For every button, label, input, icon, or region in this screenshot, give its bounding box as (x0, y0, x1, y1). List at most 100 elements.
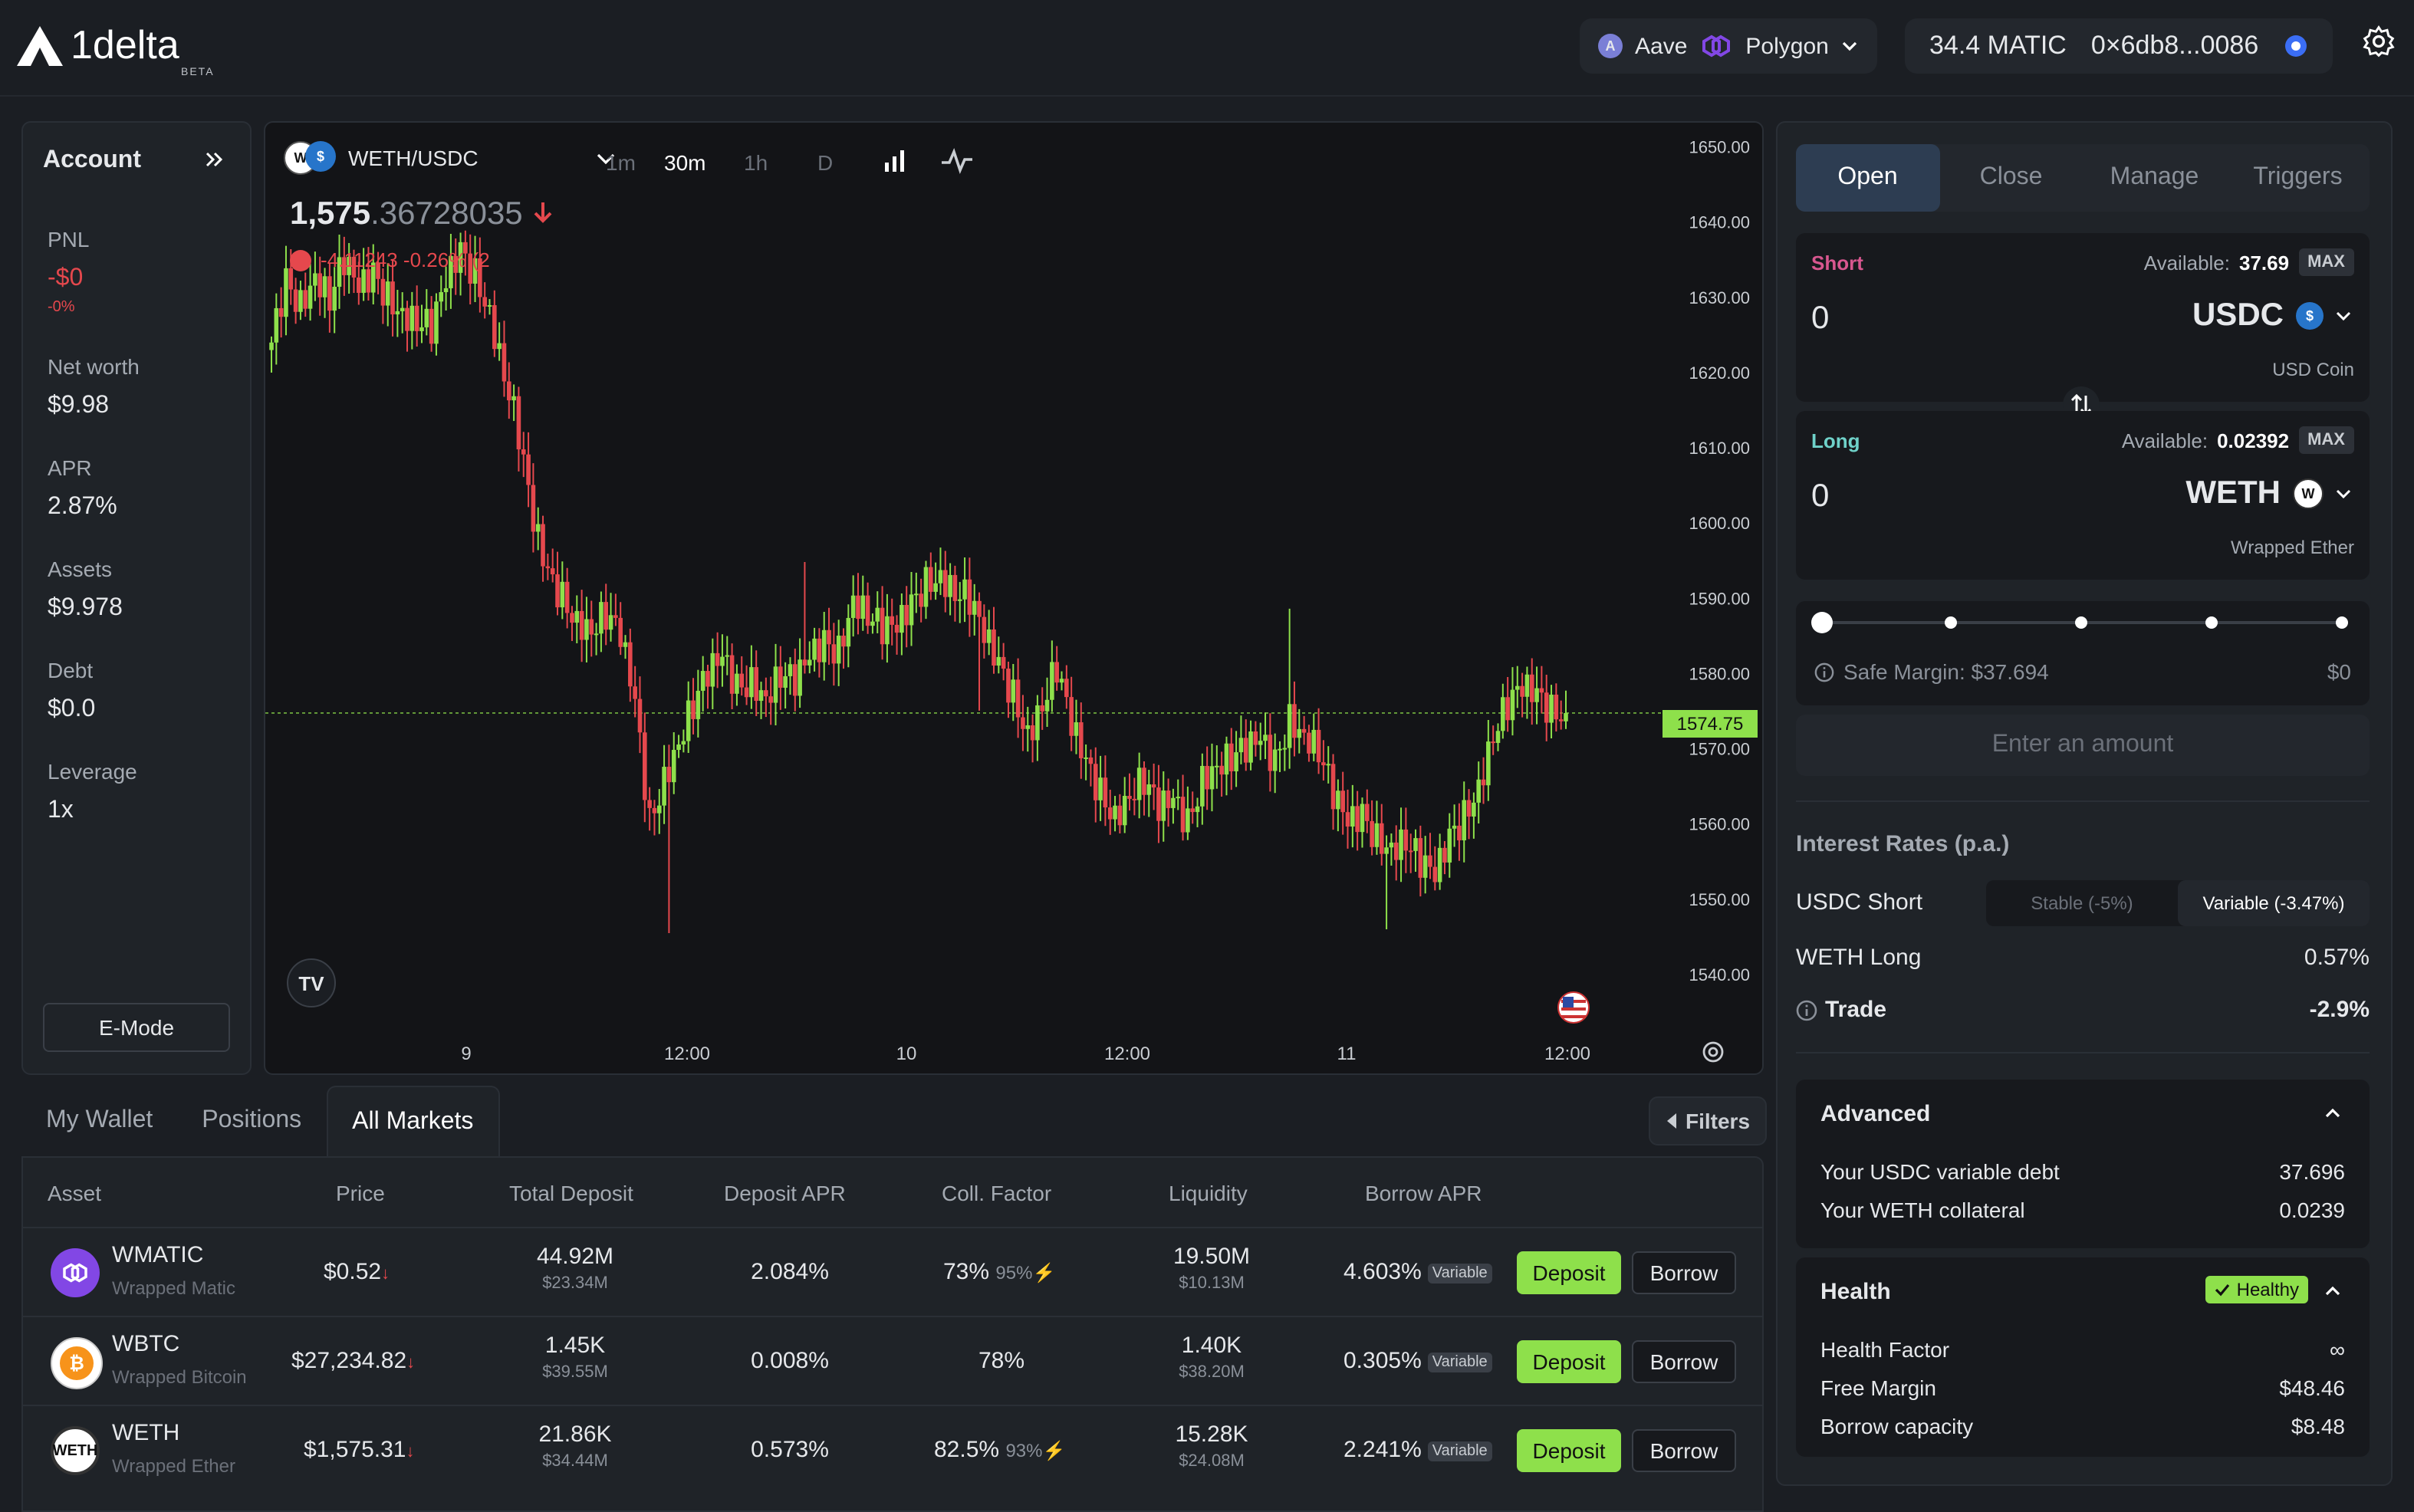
candle-body (827, 629, 831, 645)
tab-open[interactable]: Open (1796, 144, 1939, 212)
borrow-button[interactable]: Borrow (1632, 1340, 1736, 1383)
candle-body (322, 276, 327, 297)
tradingview-logo[interactable]: TV (287, 958, 336, 1007)
candle-body (1166, 791, 1171, 808)
info-icon[interactable] (1814, 662, 1834, 682)
timeframe-d[interactable]: D (817, 150, 833, 175)
candle-body (952, 574, 958, 601)
candle-body (933, 583, 938, 592)
table-row[interactable]: WMATIC Wrapped Matic $0.52↓ 44.92M $23.34… (23, 1227, 1762, 1317)
short-token-selector[interactable]: USDC $ (2192, 297, 2351, 334)
long-token-selector[interactable]: WETH W (2185, 475, 2351, 512)
candle-body (942, 570, 948, 597)
app-logo[interactable]: 1delta BETA (15, 21, 213, 78)
candle-body (1501, 697, 1505, 731)
candle-body (899, 604, 904, 633)
bar-chart-icon[interactable] (882, 149, 906, 173)
price-down-arrow-icon (533, 202, 551, 223)
lightning-icon: ⚡ (1042, 1440, 1066, 1461)
candle-body (1209, 766, 1215, 790)
col-price: Price (336, 1181, 385, 1205)
tab-triggers[interactable]: Triggers (2226, 144, 2370, 212)
table-row[interactable]: ₿ WBTC Wrapped Bitcoin $27,234.82↓ 1.45K… (23, 1316, 1762, 1406)
candle-body (1044, 699, 1050, 712)
timeframe-30m[interactable]: 30m (664, 150, 705, 175)
net-worth-label: Net worth (48, 354, 140, 379)
deposit-button[interactable]: Deposit (1517, 1429, 1621, 1472)
advanced-title[interactable]: Advanced (1820, 1101, 1930, 1127)
tab-positions[interactable]: Positions (177, 1086, 326, 1156)
pair-label[interactable]: WETH/USDC (348, 146, 479, 170)
price-chart-panel[interactable]: 1650.00 1640.00 1630.00 1620.00 1610.00 1600.… (264, 121, 1764, 1075)
healthy-badge: Healthy (2205, 1276, 2308, 1303)
candle-body (1520, 685, 1524, 697)
variable-rate-option[interactable]: Variable (-3.47%) (2178, 880, 2370, 926)
safe-margin-text: Safe Margin: $37.694 (1843, 659, 2049, 684)
long-amount-input[interactable]: 0 (1811, 478, 1829, 515)
candle-body (380, 278, 386, 306)
liquidity-amount: 19.50M (1172, 1244, 1251, 1270)
gear-icon[interactable] (2362, 25, 2396, 58)
short-amount-input[interactable]: 0 (1811, 301, 1829, 337)
weth-long-label: WETH Long (1796, 945, 1922, 971)
candle-body (327, 276, 332, 311)
deposit-button[interactable]: Deposit (1517, 1251, 1621, 1294)
enter-amount-button[interactable]: Enter an amount (1796, 715, 2370, 776)
candle-body (1078, 722, 1084, 758)
max-button[interactable]: MAX (2298, 426, 2354, 454)
candle-body (647, 800, 652, 808)
chart-settings-icon[interactable] (1701, 1040, 1725, 1064)
health-title[interactable]: Health (1820, 1279, 1891, 1305)
tab-all-markets[interactable]: All Markets (326, 1086, 500, 1158)
filters-button[interactable]: Filters (1649, 1096, 1768, 1146)
col-deposit-apr: Deposit APR (724, 1181, 846, 1205)
max-button[interactable]: MAX (2298, 248, 2354, 276)
wallet-button[interactable]: 34.4 MATIC 0×6db8...0086 (1905, 18, 2333, 74)
leverage-slider[interactable] (1811, 610, 2354, 635)
candlestick-chart[interactable]: 1650.00 1640.00 1630.00 1620.00 1610.00 1600.… (265, 123, 1762, 1073)
weth-icon: W (2293, 478, 2324, 509)
pnl-label: PNL (48, 227, 90, 251)
candle-body (1015, 679, 1021, 718)
candle-body (957, 599, 962, 601)
table-row[interactable]: WETH WETH Wrapped Ether $1,575.31↓ 21.86… (23, 1405, 1762, 1495)
tab-my-wallet[interactable]: My Wallet (21, 1086, 177, 1156)
borrow-button[interactable]: Borrow (1632, 1251, 1736, 1294)
chevron-up-icon[interactable] (2324, 1282, 2342, 1300)
candle-body (1301, 728, 1307, 733)
debt-stat: Debt $0.0 (48, 658, 95, 724)
timeframe-1h[interactable]: 1h (744, 150, 768, 175)
tab-close[interactable]: Close (1939, 144, 2083, 212)
long-token-name: Wrapped Ether (2231, 537, 2354, 558)
indicator-icon[interactable] (940, 147, 974, 175)
e-mode-button[interactable]: E-Mode (43, 1003, 230, 1052)
candle-body (1472, 802, 1476, 817)
candle-body (880, 607, 885, 645)
price-down-arrow-icon: ↓ (406, 1354, 416, 1372)
candle-body (1307, 732, 1311, 754)
network-selector[interactable]: A Aave Polygon (1580, 18, 1878, 74)
candle-body (1413, 838, 1418, 851)
chevron-up-icon[interactable] (2324, 1104, 2342, 1122)
candle-body (749, 667, 754, 698)
borrow-button[interactable]: Borrow (1632, 1429, 1736, 1472)
tab-manage[interactable]: Manage (2083, 144, 2226, 212)
candle-body (1200, 765, 1205, 807)
candle-body (545, 566, 551, 569)
available-label: Available: (2143, 251, 2230, 274)
deposit-button[interactable]: Deposit (1517, 1340, 1621, 1383)
info-icon[interactable] (1796, 999, 1817, 1021)
healthy-text: Healthy (2236, 1279, 2299, 1300)
collapse-chevrons-icon[interactable] (204, 149, 225, 170)
candle-body (1462, 800, 1467, 840)
timeframe-1m[interactable]: 1m (606, 150, 636, 175)
candle-body (293, 289, 298, 312)
stable-rate-option[interactable]: Stable (-5%) (1986, 880, 2178, 926)
candle-body (608, 615, 613, 630)
free-margin-row: Free Margin $48.46 (1820, 1376, 2345, 1400)
apr-stat: APR 2.87% (48, 455, 117, 521)
candle-body (531, 485, 536, 532)
total-deposit: 44.92M $23.34M (498, 1244, 652, 1293)
protocol-label: Aave (1635, 33, 1688, 59)
candle-body (1360, 804, 1365, 833)
